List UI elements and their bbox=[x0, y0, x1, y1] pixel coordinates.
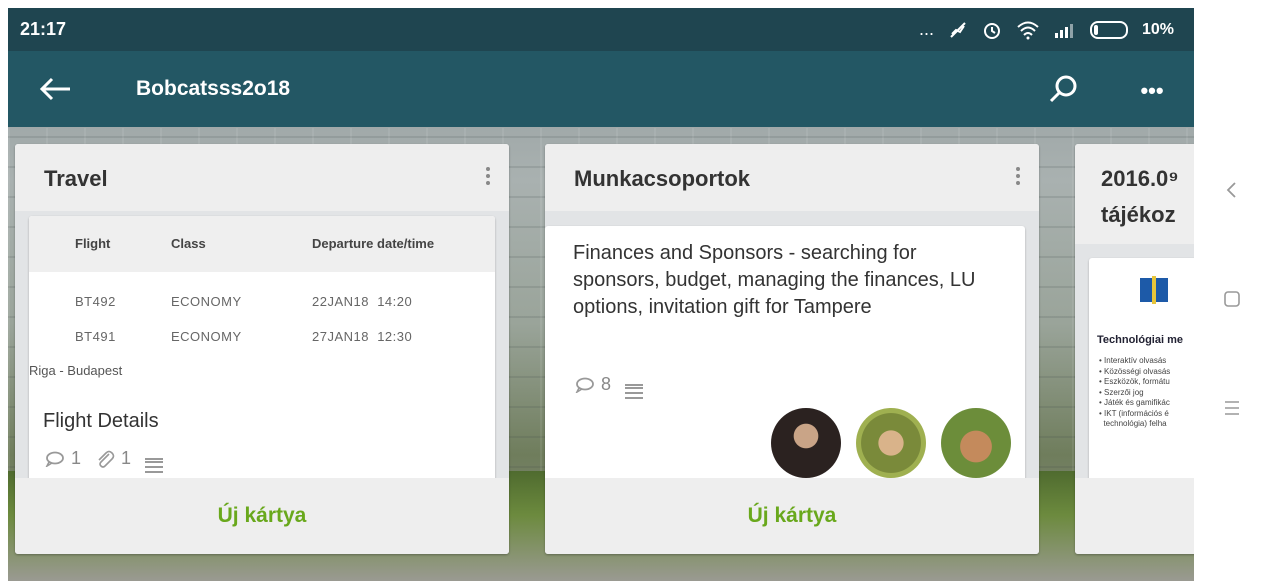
thumb-bullets: • Interaktív olvasás • Közösségi olvasás… bbox=[1099, 356, 1170, 430]
thumb-bullet: • Játék és gamifikác bbox=[1099, 398, 1170, 407]
thumb-bullet: • Interaktív olvasás bbox=[1099, 356, 1167, 365]
thumb-bullet: • Közösségi olvasás bbox=[1099, 366, 1171, 376]
battery-percent: 10% bbox=[1141, 20, 1174, 38]
card-flight-details[interactable]: Flight Class Departure date/time BT492 E… bbox=[29, 216, 495, 486]
comments-count: 1 bbox=[71, 448, 82, 468]
description-icon bbox=[625, 381, 644, 399]
nav-back-icon[interactable] bbox=[1222, 180, 1242, 200]
class-cell: ECONOMY bbox=[171, 294, 242, 309]
list-title: Munkacsoportok bbox=[574, 166, 751, 191]
status-bar: 21:17 ... 10% bbox=[8, 8, 1194, 51]
battery-icon bbox=[1089, 20, 1128, 39]
thumb-bullet: technológia) felha bbox=[1103, 419, 1167, 428]
add-card-button[interactable]: Új kártya bbox=[545, 478, 1039, 554]
departure-col-header: Departure date/time bbox=[312, 236, 435, 251]
signal-icon bbox=[1054, 23, 1073, 38]
flight-col-header: Flight bbox=[75, 236, 111, 251]
phone-screen: 21:17 ... 10% Bobcatsss2o18 ••• Travel F… bbox=[8, 8, 1194, 581]
card-thumbnail[interactable]: Technológiai me • Interaktív olvasás • K… bbox=[1089, 258, 1194, 488]
departure-cell: 27JAN18 12:30 bbox=[312, 329, 413, 344]
card-cover-image: Flight Class Departure date/time BT492 E… bbox=[29, 216, 495, 386]
search-icon[interactable] bbox=[1044, 69, 1084, 109]
comments-count: 8 bbox=[601, 374, 612, 394]
board-title: Bobcatsss2o18 bbox=[136, 77, 291, 100]
app-bar: Bobcatsss2o18 ••• bbox=[8, 51, 1194, 127]
comments-badge: 8 bbox=[575, 374, 611, 395]
status-icons: ... 10% bbox=[919, 19, 1174, 40]
thumb-bullet: • Szerzői jog bbox=[1099, 387, 1144, 397]
more-notifications-icon: ... bbox=[918, 19, 934, 39]
list-header: 2016.0⁹ tájékoz bbox=[1075, 144, 1194, 244]
class-cell: ECONOMY bbox=[171, 329, 242, 344]
card-badges: 1 1 bbox=[45, 448, 164, 473]
list-munkacsoportok: Munkacsoportok Finances and Sponsors - s… bbox=[545, 144, 1039, 554]
attachments-badge: 1 bbox=[95, 448, 131, 469]
wifi-icon bbox=[1017, 21, 1039, 39]
list-2016-tajekoz: 2016.0⁹ tájékoz Technológiai me • Intera… bbox=[1075, 144, 1194, 554]
list-title: Travel bbox=[44, 166, 108, 191]
list-header: Munkacsoportok bbox=[545, 144, 1039, 211]
member-avatar[interactable] bbox=[856, 408, 926, 478]
book-logo-icon bbox=[1140, 276, 1168, 304]
card-badges: 8 bbox=[575, 374, 644, 399]
thumb-bullet: • IKT (információs é bbox=[1099, 408, 1169, 418]
comment-icon bbox=[45, 451, 64, 467]
status-time: 21:17 bbox=[20, 19, 67, 39]
back-arrow-icon[interactable] bbox=[38, 73, 74, 105]
add-card-button[interactable] bbox=[1075, 478, 1194, 554]
description-icon bbox=[145, 455, 164, 473]
navigation-bar bbox=[1194, 0, 1269, 581]
paperclip-icon bbox=[98, 450, 115, 468]
member-avatar[interactable] bbox=[941, 408, 1011, 478]
comments-badge: 1 bbox=[45, 448, 81, 469]
list-menu-icon[interactable] bbox=[483, 164, 493, 192]
card-finances-sponsors[interactable]: Finances and Sponsors - searching for sp… bbox=[545, 226, 1025, 486]
departure-cell: 22JAN18 14:20 bbox=[312, 294, 413, 309]
list-header: Travel bbox=[15, 144, 509, 211]
alarm-icon bbox=[983, 22, 1000, 39]
thumb-heading: Technológiai me bbox=[1097, 334, 1183, 346]
card-title: Finances and Sponsors - searching for sp… bbox=[573, 242, 976, 318]
list-menu-icon[interactable] bbox=[1013, 164, 1023, 192]
add-card-button[interactable]: Új kártya bbox=[15, 478, 509, 554]
thumb-bullet: • Eszközök, formátu bbox=[1099, 377, 1170, 386]
card-title: Flight Details bbox=[43, 410, 159, 432]
member-avatar[interactable] bbox=[771, 408, 841, 478]
attachments-count: 1 bbox=[121, 448, 132, 468]
nav-menu-icon[interactable] bbox=[1222, 398, 1242, 418]
class-col-header: Class bbox=[171, 236, 206, 251]
comment-icon bbox=[575, 377, 594, 393]
list-title-line2: tájékoz bbox=[1101, 202, 1176, 227]
nav-home-icon[interactable] bbox=[1222, 289, 1242, 309]
route-text: Riga - Budapest bbox=[29, 363, 123, 378]
overflow-menu-icon[interactable]: ••• bbox=[1132, 71, 1172, 111]
mute-icon bbox=[950, 21, 966, 38]
list-travel: Travel Flight Class Departure date/time … bbox=[15, 144, 509, 554]
flight-cell: BT491 bbox=[75, 329, 116, 344]
flight-cell: BT492 bbox=[75, 294, 116, 309]
list-title: 2016.0⁹ bbox=[1101, 166, 1179, 191]
